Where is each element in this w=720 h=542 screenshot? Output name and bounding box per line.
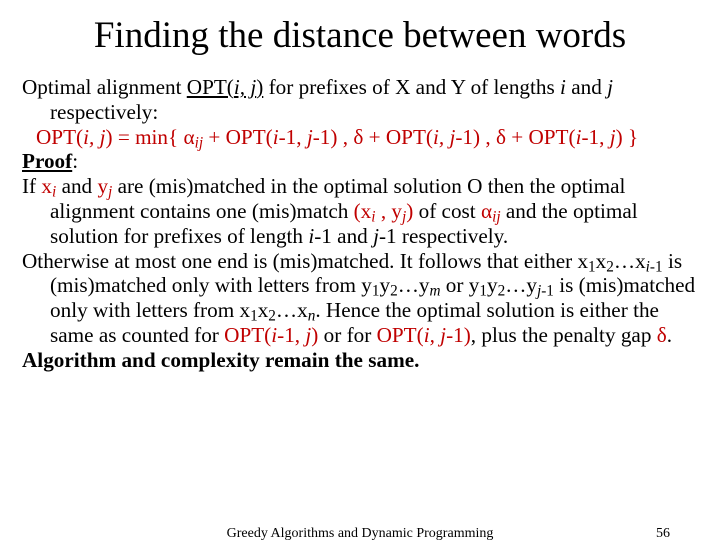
text: ij	[492, 208, 500, 225]
text: -1 respectively.	[379, 224, 508, 248]
text: (x	[354, 199, 372, 223]
slide-body: Optimal alignment OPT(i, j) for prefixes…	[22, 75, 698, 373]
text: -1,	[277, 323, 305, 347]
text: .	[667, 323, 672, 347]
text: OPT(	[36, 125, 83, 149]
text: , plus the penalty gap	[471, 323, 657, 347]
text: -1	[541, 283, 554, 300]
text: 1	[250, 308, 258, 325]
para-recurrence: OPT(i, j) = min{ αij + OPT(i-1, j-1) , δ…	[22, 125, 698, 150]
para-case-matched: If xi and yj are (mis)matched in the opt…	[22, 174, 698, 248]
opt-i-1-j: OPT(i-1, j)	[224, 323, 318, 347]
text: OPT(	[377, 323, 424, 347]
text: -1,	[581, 125, 609, 149]
text: Proof	[22, 149, 72, 173]
text: ) = min{ α	[105, 125, 194, 149]
text: i, j	[424, 323, 446, 347]
text: …y	[505, 273, 537, 297]
text: or for	[318, 323, 376, 347]
text: Otherwise at most one end is (mis)matche…	[22, 249, 588, 273]
text: ) }	[616, 125, 639, 149]
xi: xi	[41, 174, 56, 198]
text: and	[56, 174, 97, 198]
text: x	[41, 174, 52, 198]
text: i, j	[433, 125, 455, 149]
text: respectively:	[50, 100, 158, 124]
sub-i-minus-1: i-1	[646, 258, 663, 275]
text: :	[72, 149, 78, 173]
pair-xi-yj: (xi , yj)	[354, 199, 414, 223]
text: i, j	[234, 75, 256, 99]
text: j	[607, 75, 613, 99]
sub-j-minus-1: j-1	[537, 283, 554, 300]
text: Algorithm and complexity remain the same…	[22, 348, 419, 372]
opt-def-underline: OPT(i, j)	[187, 75, 264, 99]
text: -1) , δ + OPT(	[455, 125, 575, 149]
text: 1	[588, 258, 596, 275]
recurrence-formula: OPT(i, j) = min{ αij + OPT(i-1, j-1) , δ…	[36, 125, 638, 149]
text: Optimal alignment	[22, 75, 187, 99]
text: -1) , δ + OPT(	[313, 125, 433, 149]
proof-heading: Proof:	[22, 149, 698, 174]
text: If	[22, 174, 41, 198]
text: -1 and	[314, 224, 373, 248]
text: -1	[650, 258, 663, 275]
text: 2	[606, 258, 614, 275]
text: α	[481, 199, 492, 223]
text: or y	[441, 273, 480, 297]
text: …x	[614, 249, 646, 273]
para-opt-def: Optimal alignment OPT(i, j) for prefixes…	[22, 75, 698, 125]
text: 2	[268, 308, 276, 325]
text: for prefixes of X and Y of lengths	[263, 75, 560, 99]
text: …y	[398, 273, 430, 297]
text: ij	[195, 134, 203, 151]
text: of cost	[413, 199, 481, 223]
para-case-otherwise: Otherwise at most one end is (mis)matche…	[22, 249, 698, 348]
text: x	[596, 249, 607, 273]
text: i, j	[83, 125, 105, 149]
opt-i-j-1: OPT(i, j-1)	[377, 323, 471, 347]
text: and	[566, 75, 607, 99]
delta: δ	[657, 323, 667, 347]
text: 1	[479, 283, 487, 300]
text: , y	[376, 199, 402, 223]
alpha-ij: αij	[481, 199, 501, 223]
text: -1,	[279, 125, 307, 149]
text: …x	[276, 298, 308, 322]
slide: Finding the distance between words Optim…	[0, 0, 720, 540]
text: OPT(	[224, 323, 271, 347]
yj: yj	[97, 174, 112, 198]
text: -1)	[446, 323, 471, 347]
text: y	[487, 273, 498, 297]
text: 2	[390, 283, 398, 300]
text: OPT(	[187, 75, 234, 99]
text: m	[429, 283, 440, 300]
text: + OPT(	[203, 125, 273, 149]
para-algorithm-note: Algorithm and complexity remain the same…	[22, 348, 698, 373]
text: x	[258, 298, 269, 322]
slide-title: Finding the distance between words	[22, 14, 698, 57]
text: y	[97, 174, 108, 198]
text: y	[379, 273, 390, 297]
